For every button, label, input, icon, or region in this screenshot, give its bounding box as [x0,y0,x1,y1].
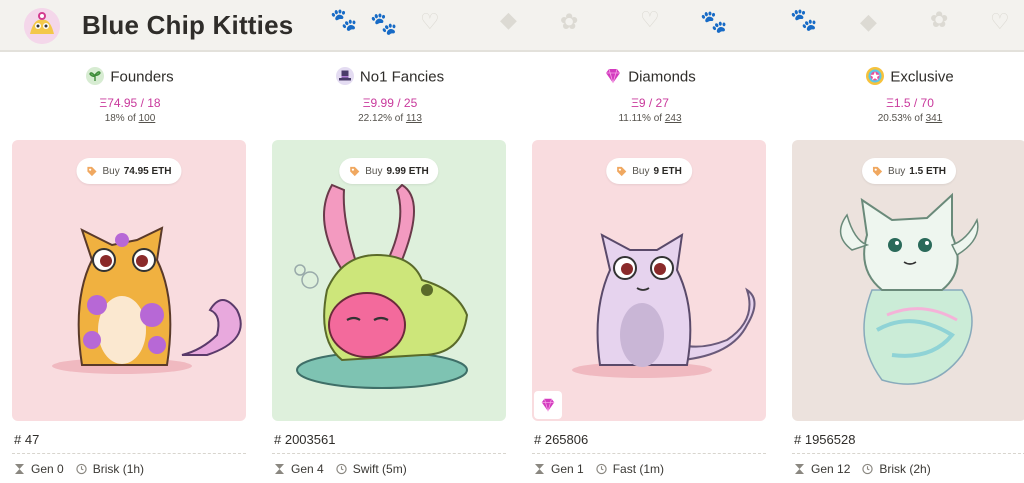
buy-label: Buy [632,165,650,177]
buy-label: Buy [888,165,906,177]
kitty-meta: Gen 12 Brisk (2h) [794,462,931,476]
cooldown-speed: Brisk (1h) [92,462,145,476]
buy-button[interactable]: Buy 74.95 ETH [76,158,182,184]
share-text: 18% of [104,113,136,124]
buy-price: 9 ETH [653,165,682,177]
category-price: Ξ1.5 / 70 [886,96,934,110]
hourglass-icon [15,464,24,474]
share-text: 22.12% of [358,113,404,124]
cooldown-speed: Fast (1m) [612,462,665,476]
cooldown-speed: Swift (5m) [352,462,407,476]
price-tag-icon [87,166,97,176]
kitty-meta: Gen 1 Fast (1m) [534,462,664,476]
divider [532,453,766,454]
buy-label: Buy [365,165,383,177]
top-hat-icon [335,67,354,85]
hourglass-icon [535,464,544,474]
category-header[interactable]: Founders [12,67,248,90]
category-header[interactable]: No1 Fancies [272,67,508,90]
generation: Gen 12 [811,462,851,476]
price-tag-icon [350,166,360,176]
total-link[interactable]: 100 [139,113,156,124]
kitty-card[interactable]: Buy 74.95 ETH [12,140,246,421]
kitty-id[interactable]: # 265806 [534,432,588,447]
total-link[interactable]: 113 [406,113,422,124]
buy-price: 9.99 ETH [386,165,429,177]
kitty-card[interactable]: Buy 9.99 ETH [272,140,506,421]
logo-icon[interactable] [24,8,60,44]
category-stat: 22.12% of 113 [272,113,508,124]
divider [12,453,246,454]
buy-price: 1.5 ETH [909,165,946,177]
total-link[interactable]: 243 [665,113,682,124]
kitty-id[interactable]: # 47 [14,432,39,447]
kitty-meta: Gen 4 Swift (5m) [274,462,407,476]
category-header[interactable]: Exclusive [792,67,1024,90]
kitty-id[interactable]: # 1956528 [794,432,855,447]
category-name: Founders [110,68,174,86]
kitty-id[interactable]: # 2003561 [274,432,335,447]
diamond-badge-icon [534,391,562,419]
page-title: Blue Chip Kitties [82,10,294,40]
generation: Gen 1 [551,462,584,476]
clock-icon [862,463,874,475]
category-name: Diamonds [628,68,696,86]
price-tag-icon [617,166,627,176]
category-stat: 18% of 100 [12,113,248,124]
buy-label: Buy [102,165,120,177]
kitty-card[interactable]: Buy 1.5 ETH [792,140,1024,421]
hourglass-icon [795,464,804,474]
share-text: 20.53% of [877,113,923,124]
buy-price: 74.95 ETH [123,165,172,177]
clock-icon [76,463,87,475]
buy-button[interactable]: Buy 1.5 ETH [862,158,956,184]
kitty-meta: Gen 0 Brisk (1h) [14,462,144,476]
category-price: Ξ9.99 / 25 [362,96,418,110]
collection-column-diamonds: Diamonds Ξ9 / 27 11.11% of 243 Buy 9 ETH … [532,52,768,483]
clock-icon [596,463,607,475]
category-name: No1 Fancies [359,68,445,86]
collection-column-founders: Founders Ξ74.95 / 18 18% of 100 Buy 74.95… [12,52,248,483]
price-tag-icon [872,166,883,176]
collection-column-no1-fancies: No1 Fancies Ξ9.99 / 25 22.12% of 113 Buy… [272,52,508,483]
clock-icon [336,463,347,475]
generation: Gen 4 [291,462,324,476]
collection-column-exclusive: Exclusive Ξ1.5 / 70 20.53% of 341 Buy 1.5… [792,52,1024,483]
site-header: 🐾 ♡ ◆ ✿ ♡ 🐾 🐾 ◆ ✿ ♡ 🐾 Blue Chip Kitties [0,0,1024,52]
category-price: Ξ9 / 27 [631,96,669,110]
category-price: Ξ74.95 / 18 [99,96,161,110]
buy-button[interactable]: Buy 9 ETH [606,158,692,184]
rainbow-star-icon [866,67,885,85]
generation: Gen 0 [31,462,64,476]
kitty-card[interactable]: Buy 9 ETH [532,140,766,421]
diamond-icon [604,67,622,85]
divider [272,453,506,454]
sprout-icon [86,67,105,85]
category-stat: 11.11% of 243 [532,113,768,124]
hourglass-icon [275,464,284,474]
cooldown-speed: Brisk (2h) [879,462,931,476]
category-header[interactable]: Diamonds [532,68,768,90]
buy-button[interactable]: Buy 9.99 ETH [339,158,439,184]
share-text: 11.11% of [618,113,663,124]
total-link[interactable]: 341 [926,113,943,124]
category-stat: 20.53% of 341 [792,113,1024,124]
category-name: Exclusive [890,68,954,86]
divider [792,453,1024,454]
